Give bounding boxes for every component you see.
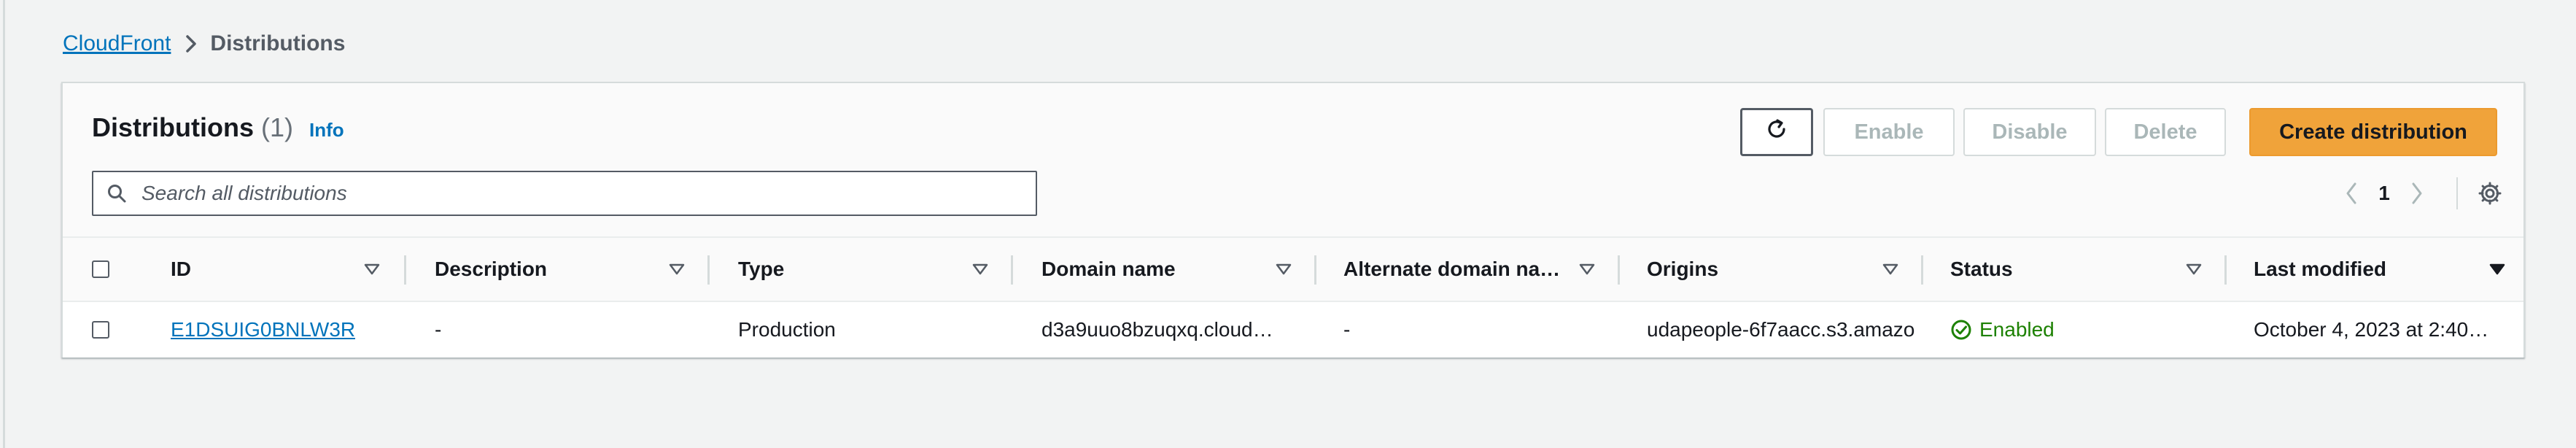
sort-descending-icon[interactable]	[1275, 238, 1292, 301]
search-box	[92, 171, 1037, 216]
column-resizer[interactable]	[1618, 255, 1620, 285]
cell-origins: udapeople-6f7aacc.s3.amazo	[1647, 318, 1915, 341]
side-navigation-collapsed	[0, 0, 5, 448]
pagination: 1	[2337, 175, 2505, 212]
sort-descending-icon[interactable]	[668, 238, 686, 301]
breadcrumb-current: Distributions	[210, 31, 346, 55]
info-link[interactable]: Info	[309, 119, 344, 142]
select-all-checkbox[interactable]	[92, 260, 109, 278]
column-header-id[interactable]: ID	[171, 238, 346, 301]
pagination-divider	[2456, 177, 2458, 209]
status-success-icon	[1951, 320, 1971, 340]
row-checkbox[interactable]	[92, 321, 109, 339]
cell-status: Enabled	[1950, 302, 2191, 358]
distributions-table-panel: Distributions (1) Info Enable Disable De…	[61, 82, 2525, 358]
title-text: Distributions	[92, 112, 254, 142]
refresh-icon	[1764, 117, 1789, 147]
sort-descending-icon[interactable]	[363, 238, 381, 301]
next-page-icon[interactable]	[2402, 182, 2432, 205]
panel-header: Distributions (1) Info Enable Disable De…	[63, 83, 2523, 238]
enable-button[interactable]: Enable	[1823, 108, 1955, 156]
column-resizer[interactable]	[707, 255, 710, 285]
sort-descending-icon[interactable]	[971, 238, 989, 301]
column-header-domain-name[interactable]: Domain name	[1041, 238, 1260, 301]
column-header-type[interactable]: Type	[738, 238, 957, 301]
column-resizer[interactable]	[404, 255, 406, 285]
column-resizer[interactable]	[1011, 255, 1013, 285]
column-resizer[interactable]	[1921, 255, 1923, 285]
cell-last-modified: October 4, 2023 at 2:40…	[2254, 318, 2489, 341]
status-badge: Enabled	[1950, 318, 2055, 341]
previous-page-icon[interactable]	[2337, 182, 2366, 205]
cell-id: E1DSUIG0BNLW3R	[171, 302, 389, 358]
column-header-status[interactable]: Status	[1950, 238, 2169, 301]
column-header-alternate-domain[interactable]: Alternate domain na…	[1343, 238, 1570, 301]
page-number-button[interactable]: 1	[2366, 182, 2402, 205]
breadcrumb: CloudFront Distributions	[63, 28, 345, 60]
settings-gear-icon[interactable]	[2475, 181, 2505, 206]
disable-button[interactable]: Disable	[1963, 108, 2096, 156]
sort-descending-icon[interactable]	[2185, 238, 2203, 301]
delete-button[interactable]: Delete	[2105, 108, 2226, 156]
status-text: Enabled	[1979, 318, 2055, 341]
page-title: Distributions (1) Info	[92, 112, 344, 143]
cell-type: Production	[738, 318, 836, 341]
column-resizer[interactable]	[2224, 255, 2227, 285]
column-header-last-modified[interactable]: Last modified	[2254, 238, 2472, 301]
distribution-count: (1)	[261, 112, 293, 142]
table-header: ID Description Type Domain name Alternat…	[63, 238, 2523, 302]
cell-domain-name: d3a9uuo8bzuqxq.cloud…	[1041, 318, 1273, 341]
distribution-id-link[interactable]: E1DSUIG0BNLW3R	[171, 318, 355, 341]
cell-alternate-domain: -	[1343, 318, 1351, 341]
sort-descending-icon[interactable]	[1882, 238, 1899, 301]
column-header-description[interactable]: Description	[435, 238, 653, 301]
sort-descending-icon[interactable]	[1578, 238, 1596, 301]
select-all-cell	[92, 238, 121, 301]
table-row: E1DSUIG0BNLW3R - Production d3a9uuo8bzuq…	[63, 302, 2523, 358]
row-select-cell	[92, 302, 121, 358]
cell-description: -	[435, 318, 442, 341]
breadcrumb-cloudfront-link[interactable]: CloudFront	[63, 31, 171, 56]
sort-active-descending-icon[interactable]	[2488, 238, 2506, 301]
create-distribution-button[interactable]: Create distribution	[2249, 108, 2497, 156]
chevron-right-icon	[185, 34, 197, 53]
search-icon	[93, 183, 140, 204]
column-header-origins[interactable]: Origins	[1647, 238, 1866, 301]
refresh-button[interactable]	[1740, 108, 1813, 156]
search-input[interactable]	[140, 173, 1036, 214]
column-resizer[interactable]	[1314, 255, 1316, 285]
